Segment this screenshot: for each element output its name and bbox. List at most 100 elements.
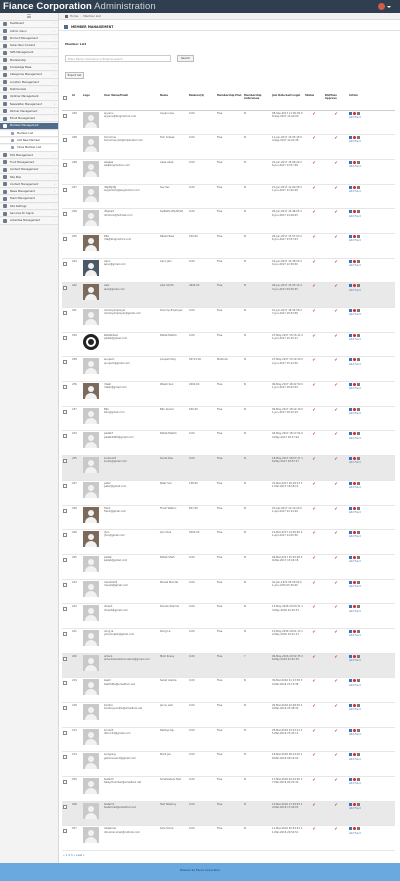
- add-fund-link[interactable]: Add Fund: [349, 264, 394, 267]
- add-fund-link[interactable]: Add Fund: [349, 239, 394, 242]
- export-button[interactable]: Export List: [65, 72, 84, 79]
- sidebar-item-categories-management[interactable]: Categories Management ›: [0, 72, 58, 79]
- row-checkbox[interactable]: [63, 483, 67, 488]
- add-fund-link[interactable]: Add Fund: [349, 338, 394, 341]
- edit-icon[interactable]: [349, 555, 352, 559]
- row-select-cell[interactable]: [62, 727, 71, 753]
- delete-icon[interactable]: [353, 778, 356, 782]
- bid-approve-cell[interactable]: ✔: [324, 480, 348, 506]
- edit-icon[interactable]: [349, 407, 352, 411]
- check-icon[interactable]: ✔: [334, 135, 337, 140]
- check-icon[interactable]: ✔: [334, 382, 337, 387]
- delete-icon[interactable]: [353, 136, 356, 140]
- edit-icon[interactable]: [349, 210, 352, 214]
- add-fund-link[interactable]: Add Fund: [349, 585, 394, 588]
- status-cell[interactable]: ✔: [304, 653, 324, 679]
- row-checkbox[interactable]: [63, 212, 67, 217]
- bid-approve-cell[interactable]: ✔: [324, 134, 348, 160]
- row-select-cell[interactable]: [62, 677, 71, 703]
- check-icon[interactable]: ✔: [312, 308, 315, 313]
- view-icon[interactable]: [357, 358, 360, 362]
- status-cell[interactable]: ✔: [304, 480, 324, 506]
- edit-icon[interactable]: [349, 234, 352, 238]
- add-fund-link[interactable]: Add Fund: [349, 659, 394, 662]
- add-fund-link[interactable]: Add Fund: [349, 412, 394, 415]
- check-icon[interactable]: ✔: [312, 111, 315, 116]
- search-button[interactable]: Search: [177, 55, 194, 62]
- edit-icon[interactable]: [349, 802, 352, 806]
- row-checkbox[interactable]: [63, 508, 67, 513]
- check-icon[interactable]: ✔: [334, 826, 337, 831]
- sidebar-item-partner-management[interactable]: Partner Management ›: [0, 108, 58, 116]
- edit-icon[interactable]: [349, 309, 352, 312]
- row-select-cell[interactable]: [62, 579, 71, 605]
- check-icon[interactable]: ✔: [312, 604, 315, 609]
- check-icon[interactable]: ✔: [312, 629, 315, 634]
- row-checkbox[interactable]: [63, 434, 67, 439]
- row-checkbox[interactable]: [63, 236, 67, 241]
- check-icon[interactable]: ✔: [334, 357, 337, 362]
- view-icon[interactable]: [357, 185, 360, 189]
- check-icon[interactable]: ✔: [312, 506, 315, 511]
- delete-icon[interactable]: [353, 605, 356, 609]
- check-icon[interactable]: ✔: [334, 580, 337, 585]
- check-icon[interactable]: ✔: [312, 185, 315, 190]
- edit-icon[interactable]: [349, 333, 352, 337]
- row-select-cell[interactable]: [62, 381, 71, 407]
- add-fund-link[interactable]: Add Fund: [349, 733, 394, 736]
- check-icon[interactable]: ✔: [334, 456, 337, 461]
- check-icon[interactable]: ✔: [312, 752, 315, 757]
- view-icon[interactable]: [357, 753, 360, 757]
- delete-icon[interactable]: [353, 383, 356, 387]
- bid-approve-cell[interactable]: ✔: [324, 184, 348, 210]
- edit-icon[interactable]: [349, 284, 352, 288]
- row-checkbox[interactable]: [63, 730, 67, 735]
- status-cell[interactable]: ✔: [304, 184, 324, 210]
- sidebar-item-news-management[interactable]: News Management ›: [0, 188, 58, 196]
- add-fund-link[interactable]: Add Fund: [349, 140, 394, 143]
- breadcrumb-home[interactable]: Home: [70, 14, 78, 18]
- edit-icon[interactable]: [349, 111, 352, 115]
- select-all-checkbox[interactable]: [63, 96, 67, 100]
- row-select-cell[interactable]: [62, 430, 71, 457]
- row-checkbox[interactable]: [63, 261, 67, 266]
- delete-icon[interactable]: [353, 111, 356, 115]
- sidebar-item-product-management[interactable]: Product Management ›: [0, 35, 58, 43]
- status-cell[interactable]: ✔: [304, 258, 324, 284]
- view-icon[interactable]: [357, 827, 360, 831]
- row-checkbox[interactable]: [63, 557, 67, 562]
- add-fund-link[interactable]: Add Fund: [349, 190, 394, 193]
- row-select-cell[interactable]: [62, 554, 71, 580]
- check-icon[interactable]: ✔: [312, 826, 315, 831]
- sidebar-item-sms-management[interactable]: SMS Management ›: [0, 50, 58, 57]
- row-select-cell[interactable]: [62, 529, 71, 555]
- row-select-cell[interactable]: [62, 134, 71, 160]
- row-checkbox[interactable]: [63, 804, 67, 809]
- add-fund-link[interactable]: Add Fund: [349, 289, 394, 292]
- row-select-cell[interactable]: [62, 258, 71, 284]
- bid-approve-cell[interactable]: ✔: [324, 751, 348, 778]
- check-icon[interactable]: ✔: [312, 431, 315, 436]
- sidebar-item-member-list[interactable]: Member List: [0, 130, 58, 137]
- row-select-cell[interactable]: [62, 356, 71, 383]
- add-fund-link[interactable]: Add Fund: [349, 535, 394, 538]
- view-icon[interactable]: [357, 481, 360, 485]
- check-icon[interactable]: ✔: [334, 481, 337, 486]
- check-icon[interactable]: ✔: [334, 629, 337, 634]
- delete-icon[interactable]: [353, 481, 356, 485]
- check-icon[interactable]: ✔: [334, 209, 337, 214]
- check-icon[interactable]: ✔: [334, 308, 337, 313]
- status-cell[interactable]: ✔: [304, 702, 324, 728]
- row-checkbox[interactable]: [63, 755, 67, 760]
- check-icon[interactable]: ✔: [334, 407, 337, 412]
- view-icon[interactable]: [357, 210, 360, 214]
- add-fund-link[interactable]: Add Fund: [349, 782, 394, 785]
- bid-approve-cell[interactable]: ✔: [324, 208, 348, 234]
- check-icon[interactable]: ✔: [334, 234, 337, 239]
- check-icon[interactable]: ✔: [312, 382, 315, 387]
- check-icon[interactable]: ✔: [312, 703, 315, 708]
- row-select-cell[interactable]: [62, 233, 71, 259]
- row-select-cell[interactable]: [62, 110, 71, 136]
- check-icon[interactable]: ✔: [312, 530, 315, 535]
- check-icon[interactable]: ✔: [312, 333, 315, 338]
